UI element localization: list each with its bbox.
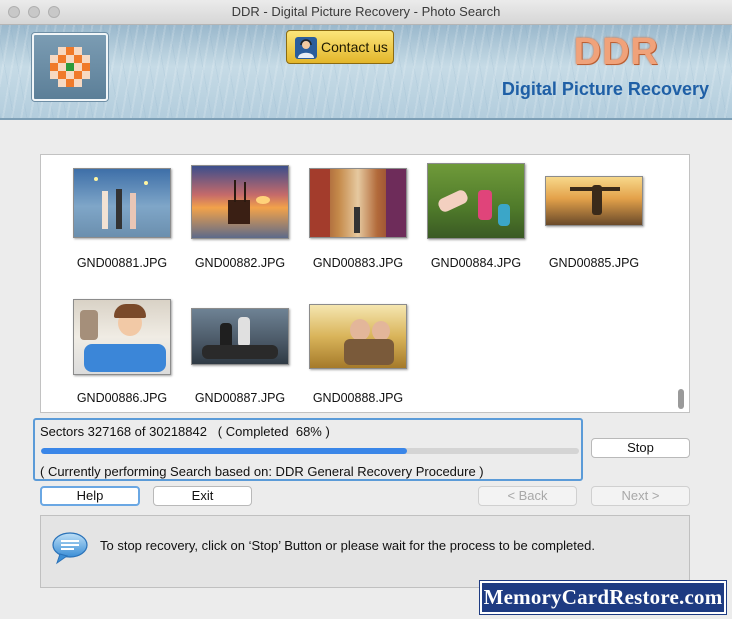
back-button[interactable]: < Back (478, 486, 577, 506)
file-name-label: GND00887.JPG (194, 391, 286, 405)
brand-name: DDR (573, 31, 659, 73)
header-banner: Contact us DDR Digital Picture Recovery (0, 25, 732, 120)
stop-button[interactable]: Stop (591, 438, 690, 458)
title-bar: DDR - Digital Picture Recovery - Photo S… (0, 0, 732, 25)
file-name-label: GND00882.JPG (194, 256, 286, 270)
support-person-icon (295, 37, 317, 59)
info-message: To stop recovery, click on ‘Stop’ Button… (100, 538, 595, 553)
help-button[interactable]: Help (40, 486, 140, 506)
window-title: DDR - Digital Picture Recovery - Photo S… (231, 4, 501, 19)
photo-thumbnail[interactable] (309, 168, 407, 238)
contact-us-label: Contact us (321, 39, 388, 55)
photo-thumbnail[interactable] (427, 163, 525, 239)
checker-logo-icon (50, 47, 90, 87)
app-logo (32, 33, 108, 101)
progress-bar (41, 448, 579, 454)
file-name-label: GND00888.JPG (312, 391, 404, 405)
progress-panel: Sectors 327168 of 30218842 ( Completed 6… (33, 418, 583, 481)
photo-thumbnail[interactable] (545, 176, 643, 226)
speech-bubble-icon (52, 532, 88, 565)
photo-thumbnail[interactable] (191, 165, 289, 239)
photo-thumbnail[interactable] (191, 308, 289, 365)
contact-us-button[interactable]: Contact us (286, 30, 394, 64)
file-name-label: GND00886.JPG (76, 391, 168, 405)
recovered-photo-gallery[interactable]: GND00881.JPG GND00882.JPG GND00883.JPG G… (40, 154, 690, 413)
brand-subtitle: Digital Picture Recovery (501, 79, 709, 99)
file-name-label: GND00883.JPG (312, 256, 404, 270)
procedure-status: ( Currently performing Search based on: … (40, 464, 484, 479)
photo-thumbnail[interactable] (309, 304, 407, 369)
gallery-scrollbar[interactable] (678, 389, 684, 409)
photo-thumbnail[interactable] (73, 168, 171, 238)
sectors-status: Sectors 327168 of 30218842 ( Completed 6… (40, 424, 330, 439)
watermark-logo: MemoryCardRestore.com (480, 581, 726, 614)
info-panel: To stop recovery, click on ‘Stop’ Button… (40, 515, 690, 588)
progress-bar-fill (41, 448, 407, 454)
file-name-label: GND00885.JPG (548, 256, 640, 270)
file-name-label: GND00881.JPG (76, 256, 168, 270)
file-name-label: GND00884.JPG (430, 256, 522, 270)
exit-button[interactable]: Exit (153, 486, 252, 506)
next-button[interactable]: Next > (591, 486, 690, 506)
photo-thumbnail[interactable] (73, 299, 171, 375)
